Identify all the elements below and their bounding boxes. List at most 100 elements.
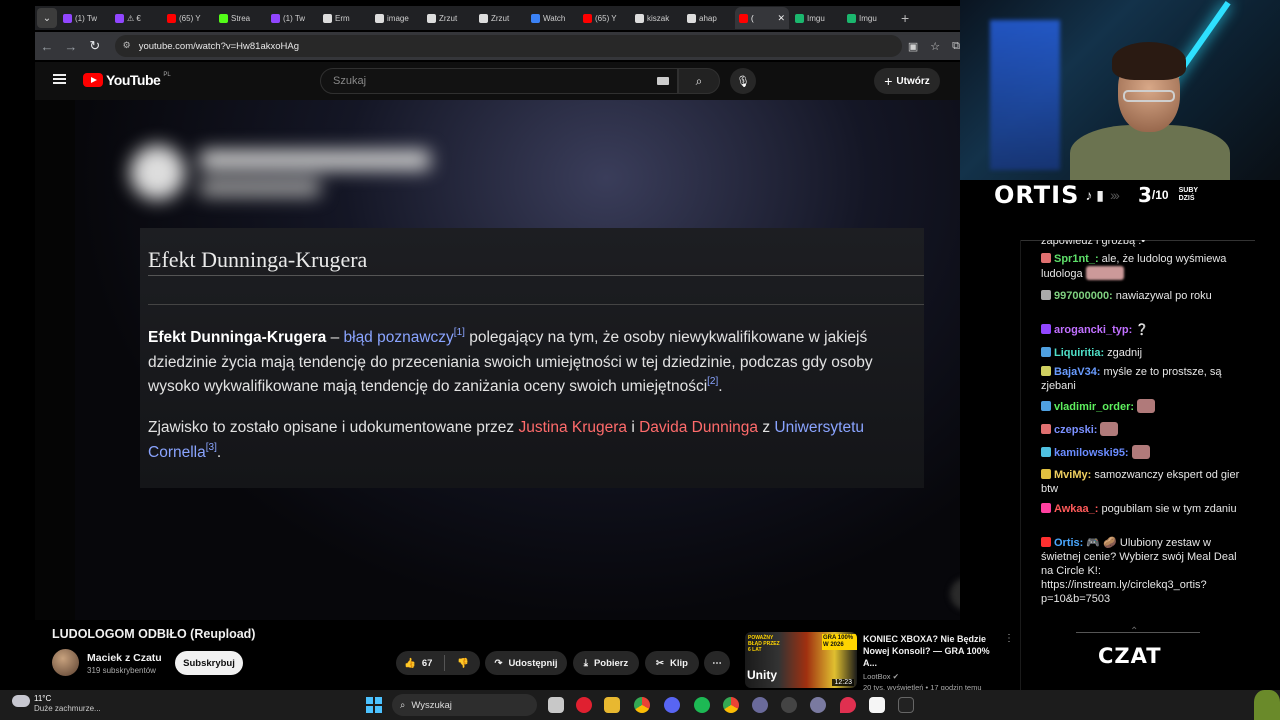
dislike-icon[interactable]: 👎 [457,658,469,669]
spotify-icon[interactable] [694,697,710,713]
tab-label: Zrzut [491,13,510,23]
browser-tab[interactable]: Zrzut [423,7,473,29]
browser-tab-bar: ⌄ (1) Tw ⚠ € (65) Y Strea (1) Tw Erm image Zrzu… [35,6,960,30]
share-button[interactable]: ↷ Udostępnij [485,651,567,675]
like-count[interactable]: 67 [422,658,433,669]
share-label: Udostępnij [508,657,558,669]
browser-tab[interactable]: (1) Tw [59,7,109,29]
recommended-thumbnail[interactable]: POWAŻNY BŁĄD PRZEZ 6 LAT Unity GRA 100% … [745,632,857,688]
tab-favicon-icon [375,13,384,23]
browser-tab[interactable]: Imgu [843,7,893,29]
opera-icon[interactable] [576,697,592,713]
app-icon-c[interactable] [752,697,768,713]
tab-label: (1) Tw [283,13,306,23]
bookmark-star-icon[interactable]: ☆ [930,40,940,53]
browser-tab[interactable]: Imgu [791,7,841,29]
chat-username[interactable]: Liquiritia: [1054,347,1104,359]
taskbar-search[interactable]: ⌕ Wyszukaj [392,694,537,716]
weather-cloud-icon[interactable] [12,695,30,707]
epic-games-icon[interactable] [898,697,914,713]
chat-username[interactable]: Spr1nt_: [1054,253,1099,265]
browser-tab[interactable]: (1) Tw [267,7,317,29]
browser-tab[interactable]: Watch [527,7,577,29]
extensions-icon[interactable]: ⧉ [952,40,960,53]
obs-icon[interactable] [781,697,797,713]
thumb-text-2: Unity [747,668,777,682]
app-icon-white[interactable] [869,697,885,713]
clip-button[interactable]: ✂ Klip [645,651,699,675]
channel-avatar[interactable] [52,649,79,676]
cast-icon[interactable]: ▣ [908,40,918,53]
browser-tab[interactable]: ahap [683,7,733,29]
search-icon: ⌕ [400,699,406,711]
voice-search-button[interactable]: 🎙 [730,68,756,94]
back-button[interactable]: ← [35,39,59,54]
tab-favicon-icon [63,13,72,23]
browser-tab[interactable]: (65) Y [579,7,629,29]
recommended-title[interactable]: KONIEC XBOXA? Nie Będzie Nowej Konsoli? … [863,633,1003,669]
subscriber-count: 319 subskrybentów [87,666,156,675]
browser-tab[interactable]: Strea [215,7,265,29]
p2-end: . [216,443,222,461]
search-button[interactable]: ⌕ [678,68,720,94]
browser-tab[interactable]: (✕ [735,7,789,29]
chat-badge-icon [1041,347,1051,357]
menu-icon[interactable] [53,74,66,84]
social-icons: ♪ ▮ [1085,186,1104,203]
recommended-menu-icon[interactable]: ⋮ [1004,633,1014,644]
keyboard-icon[interactable] [657,77,669,85]
chat-username[interactable]: 997000000: [1054,290,1113,302]
create-button[interactable]: + Utwórz [874,68,940,94]
chat-badge-icon [1041,324,1051,334]
tab-search-button[interactable]: ⌄ [37,8,57,28]
tab-favicon-icon [115,13,124,23]
pin-app-icon[interactable] [840,697,856,713]
chat-text: zapowiedź i groźbą :• [1041,240,1146,247]
chrome-icon[interactable] [634,697,650,713]
browser-tab[interactable]: image [371,7,421,29]
article-paragraph-2: Zjawisko to zostało opisane i udokumento… [148,416,918,465]
chat-username[interactable]: vladimir_order: [1054,401,1134,413]
chat-username[interactable]: kamilowski95: [1054,447,1129,459]
url-field[interactable]: ⚙ youtube.com/watch?v=Hw81akxoHAg [114,35,902,57]
chat-username[interactable]: Awkaa_: [1054,503,1098,515]
chrome-active-icon[interactable] [723,697,739,713]
download-button[interactable]: ⤓ Pobierz [573,651,639,675]
chat-username[interactable]: BajaV34: [1054,366,1100,378]
task-view-icon[interactable] [548,697,564,713]
chat-username[interactable]: czepski: [1054,424,1097,436]
weather-temperature[interactable]: 11°C [34,694,51,703]
youtube-logo[interactable]: YouTube PL [83,72,171,88]
start-button[interactable] [366,697,382,713]
browser-tab[interactable]: Zrzut [475,7,525,29]
browser-tab[interactable]: kiszak [631,7,681,29]
new-tab-button[interactable]: + [901,10,909,26]
tab-close-icon[interactable]: ✕ [777,13,785,24]
forward-button[interactable]: → [59,39,83,54]
chat-badge-icon [1041,503,1051,513]
chat-message: kamilowski95: [1041,445,1249,460]
subscribe-button[interactable]: Subskrybuj [175,651,243,675]
weather-description[interactable]: Duże zachmurze... [34,704,101,713]
more-actions-button[interactable]: ⋯ [704,651,730,675]
file-explorer-icon[interactable] [604,697,620,713]
chat-username[interactable]: MviMy: [1054,469,1091,481]
dash: – [326,329,344,346]
site-info-icon[interactable]: ⚙ [121,40,133,52]
browser-tab[interactable]: (65) Y [163,7,213,29]
chat-username[interactable]: arogancki_typ: [1054,324,1132,336]
chat-username[interactable]: Ortis: [1054,537,1083,549]
channel-name[interactable]: Maciek z Czatu [87,652,162,664]
app-icon-circle[interactable] [810,697,826,713]
browser-tab[interactable]: Erm [319,7,369,29]
search-input[interactable]: Szukaj [320,68,678,94]
recommended-video-info[interactable]: KONIEC XBOXA? Nie Będzie Nowej Konsoli? … [863,633,1003,692]
tab-label: (1) Tw [75,13,98,23]
video-player[interactable]: Efekt Dunninga-Krugera Efekt Dunninga-Kr… [35,100,960,620]
like-icon[interactable]: 👍 [404,658,416,669]
browser-tab[interactable]: ⚠ € [111,7,161,29]
chat-emote [1085,266,1124,280]
reload-button[interactable]: ↻ [83,38,107,54]
discord-icon[interactable] [664,697,680,713]
tab-favicon-icon [687,13,696,23]
